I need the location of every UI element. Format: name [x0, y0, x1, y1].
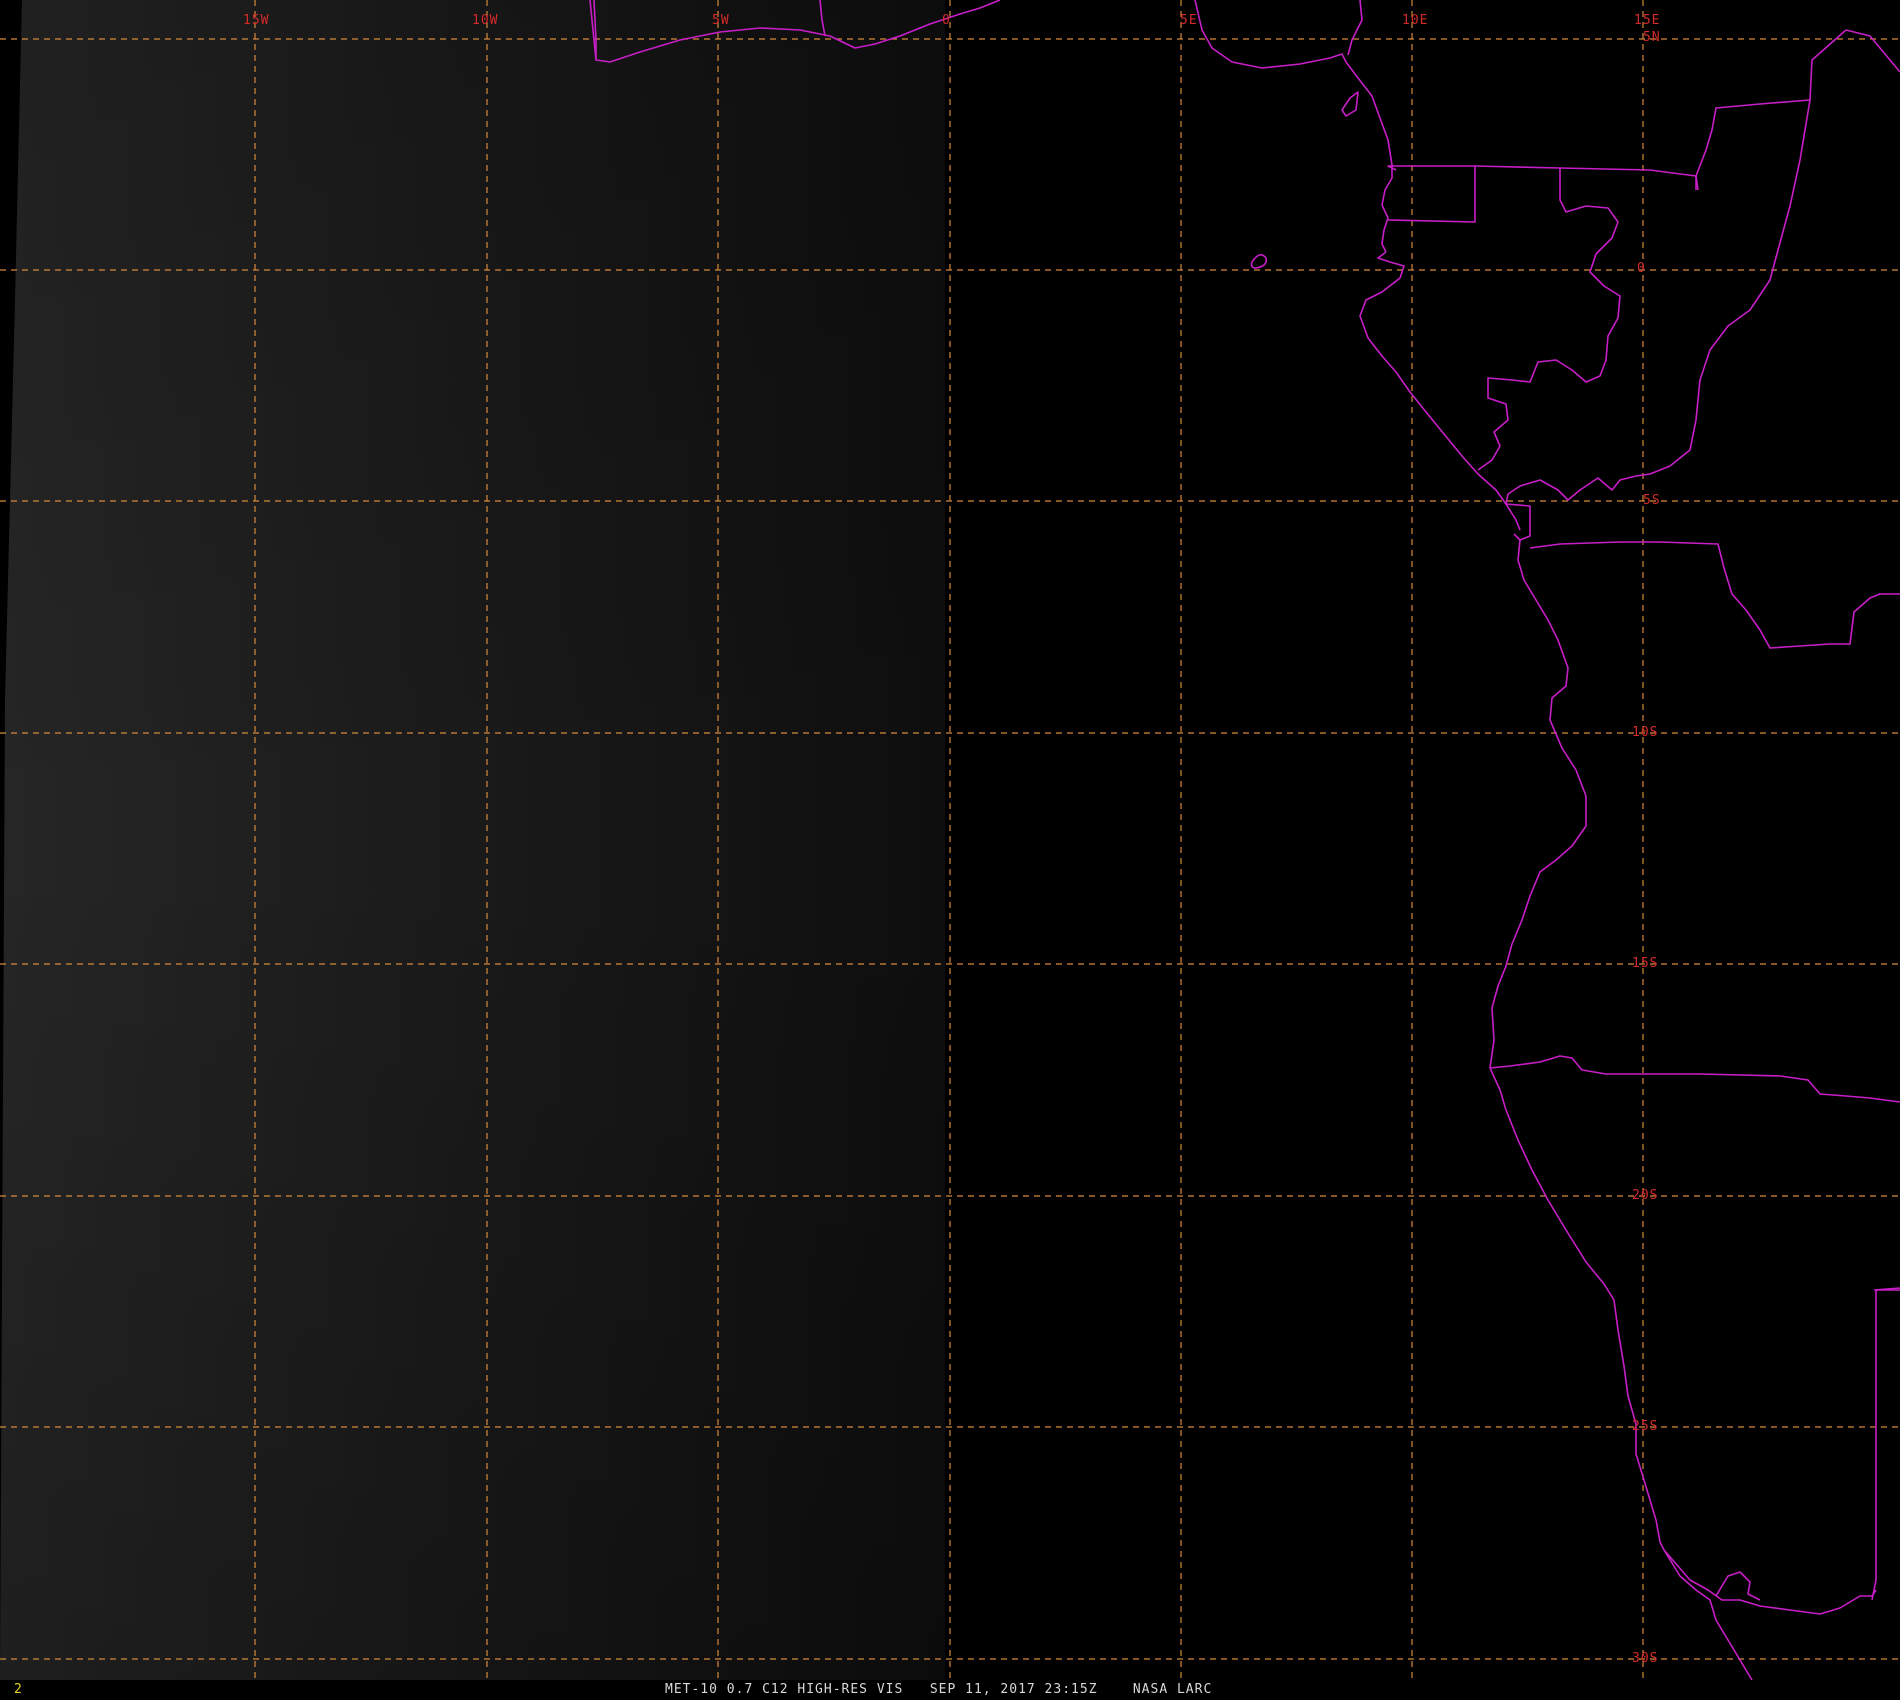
coastline-namibia — [1489, 1067, 1665, 1551]
lon-label-15w: 15W — [243, 13, 269, 28]
border-cameroon-gabon-congo — [1474, 165, 1699, 191]
border-orange-river — [1715, 1571, 1761, 1601]
image-timestamp: SEP 11, 2017 23:15Z — [929, 1682, 1098, 1697]
map-canvas: 15W 10W 5W 0 5E 10E 15E 5N 0 5S 10S 15S … — [0, 0, 1900, 1680]
border-angola-namibia — [1489, 1055, 1900, 1103]
border-congo-drc-river — [1505, 99, 1811, 505]
lon-label-0: 0 — [942, 13, 951, 28]
border-angola-drc — [1529, 541, 1900, 649]
lon-label-5e: 5E — [1180, 13, 1198, 28]
coastline-south-africa — [1663, 1549, 1753, 1680]
lat-label-0: 0 — [1637, 261, 1646, 276]
bioko-island — [1250, 254, 1268, 269]
border-congo-drc — [1845, 29, 1900, 73]
lat-label-15s: 15S — [1632, 956, 1658, 971]
border-gabon-congo — [1477, 168, 1621, 471]
satellite-image-viewer: 15W 10W 5W 0 5E 10E 15E 5N 0 5S 10S 15S … — [0, 0, 1900, 1700]
cameroon-islands — [1341, 91, 1359, 117]
border-equatorial-guinea — [1387, 165, 1476, 223]
vis-region-shading — [0, 0, 945, 1680]
lon-label-10e: 10E — [1402, 13, 1428, 28]
border-namibia-east — [1871, 1290, 1877, 1601]
border-car-congo-drc — [1695, 29, 1847, 190]
lon-label-15e: 15E — [1634, 13, 1660, 28]
lat-label-20s: 20S — [1632, 1188, 1658, 1203]
border-namibia-south-africa — [1663, 1549, 1877, 1615]
coastline-gabon — [1359, 251, 1521, 531]
image-source: NASA LARC — [1132, 1682, 1213, 1697]
latitude-labels: 5N 0 5S 10S 15S 20S 25S 30S — [1632, 30, 1661, 1666]
lon-label-5w: 5W — [712, 13, 730, 28]
status-bar: 2 MET-10 0.7 C12 HIGH-RES VIS SEP 11, 20… — [0, 1680, 1900, 1700]
lat-label-5n: 5N — [1643, 30, 1661, 45]
lon-label-10w: 10W — [472, 13, 498, 28]
product-name: MET-10 0.7 C12 HIGH-RES VIS — [665, 1682, 904, 1697]
coastline-nigeria-cameroon — [1194, 0, 1393, 253]
lat-label-10s: 10S — [1632, 725, 1658, 740]
image-caption: MET-10 0.7 C12 HIGH-RES VIS SEP 11, 2017… — [665, 1682, 1212, 1697]
lat-label-5s: 5S — [1643, 493, 1661, 508]
coastline-angola — [1489, 539, 1587, 1069]
frame-number: 2 — [14, 1682, 22, 1697]
lat-label-30s: 30S — [1632, 1651, 1658, 1666]
lat-label-25s: 25S — [1632, 1419, 1658, 1434]
border-nigeria-cameroon — [1347, 0, 1363, 56]
